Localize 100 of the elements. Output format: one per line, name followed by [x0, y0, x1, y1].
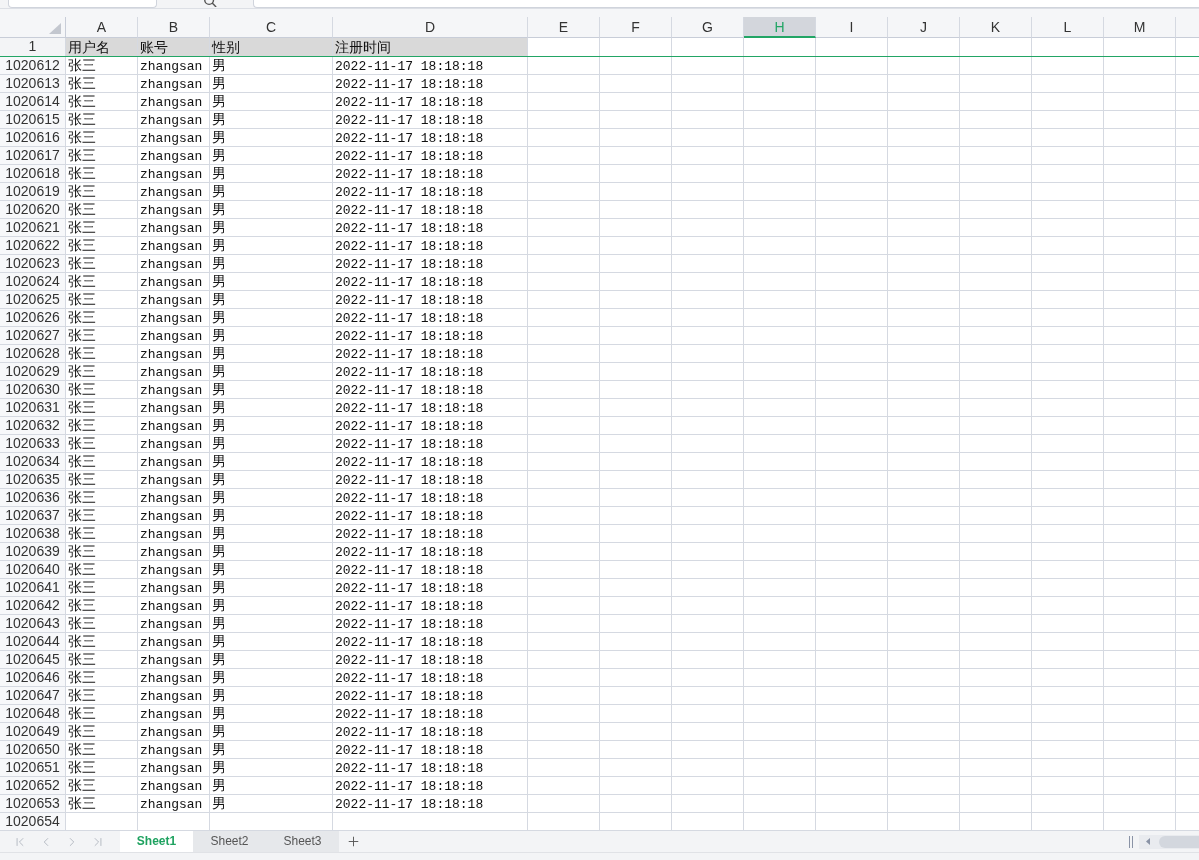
row-header[interactable]: 1020642 — [0, 597, 66, 615]
table-cell[interactable]: zhangsan — [138, 471, 210, 489]
table-cell[interactable]: 2022-11-17 18:18:18 — [333, 597, 528, 615]
row-header[interactable]: 1020645 — [0, 651, 66, 669]
row-header[interactable]: 1020627 — [0, 327, 66, 345]
row-header[interactable]: 1020634 — [0, 453, 66, 471]
table-cell[interactable]: 张三 — [66, 75, 138, 93]
table-cell[interactable]: 男 — [210, 57, 333, 75]
table-cell[interactable]: 张三 — [66, 309, 138, 327]
row-header[interactable]: 1020631 — [0, 399, 66, 417]
row-header[interactable]: 1 — [0, 38, 66, 56]
table-cell[interactable]: 男 — [210, 111, 333, 129]
table-cell[interactable]: zhangsan — [138, 219, 210, 237]
table-cell[interactable]: 张三 — [66, 741, 138, 759]
row-header[interactable]: 1020635 — [0, 471, 66, 489]
row-header[interactable]: 1020637 — [0, 507, 66, 525]
table-cell[interactable]: 男 — [210, 651, 333, 669]
table-cell[interactable]: 2022-11-17 18:18:18 — [333, 327, 528, 345]
table-cell[interactable]: 男 — [210, 399, 333, 417]
table-cell[interactable]: 张三 — [66, 363, 138, 381]
table-cell[interactable]: 张三 — [66, 237, 138, 255]
table-cell[interactable]: 男 — [210, 633, 333, 651]
table-cell[interactable]: 张三 — [66, 399, 138, 417]
table-cell[interactable]: 2022-11-17 18:18:18 — [333, 93, 528, 111]
table-cell[interactable]: 张三 — [66, 543, 138, 561]
table-cell[interactable]: 2022-11-17 18:18:18 — [333, 381, 528, 399]
table-cell[interactable]: 张三 — [66, 669, 138, 687]
row-header[interactable]: 1020653 — [0, 795, 66, 813]
row-header[interactable]: 1020652 — [0, 777, 66, 795]
table-cell[interactable]: zhangsan — [138, 273, 210, 291]
table-cell[interactable]: 张三 — [66, 93, 138, 111]
table-cell[interactable]: zhangsan — [138, 57, 210, 75]
table-cell[interactable]: zhangsan — [138, 543, 210, 561]
table-cell[interactable]: zhangsan — [138, 795, 210, 813]
row-header[interactable]: 1020632 — [0, 417, 66, 435]
table-cell[interactable]: 2022-11-17 18:18:18 — [333, 417, 528, 435]
table-cell[interactable]: zhangsan — [138, 453, 210, 471]
row-header[interactable]: 1020614 — [0, 93, 66, 111]
table-cell[interactable]: 2022-11-17 18:18:18 — [333, 795, 528, 813]
table-cell[interactable]: zhangsan — [138, 615, 210, 633]
formula-input-field[interactable] — [253, 0, 1199, 8]
header-cell[interactable]: 账号 — [138, 38, 210, 56]
horizontal-scrollbar[interactable] — [1139, 834, 1199, 849]
table-cell[interactable]: 2022-11-17 18:18:18 — [333, 723, 528, 741]
table-cell[interactable]: 2022-11-17 18:18:18 — [333, 147, 528, 165]
table-cell[interactable]: 男 — [210, 273, 333, 291]
table-cell[interactable]: zhangsan — [138, 741, 210, 759]
row-header[interactable]: 1020623 — [0, 255, 66, 273]
table-cell[interactable]: zhangsan — [138, 381, 210, 399]
table-cell[interactable]: 男 — [210, 327, 333, 345]
table-cell[interactable]: 2022-11-17 18:18:18 — [333, 309, 528, 327]
table-cell[interactable]: 张三 — [66, 147, 138, 165]
table-cell[interactable]: 张三 — [66, 129, 138, 147]
table-cell[interactable]: 男 — [210, 165, 333, 183]
table-cell[interactable]: 张三 — [66, 705, 138, 723]
table-cell[interactable]: zhangsan — [138, 435, 210, 453]
table-cell[interactable]: zhangsan — [138, 111, 210, 129]
header-cell[interactable]: 性别 — [210, 38, 333, 56]
table-cell[interactable]: 男 — [210, 201, 333, 219]
table-cell[interactable]: 男 — [210, 471, 333, 489]
row-header[interactable]: 1020629 — [0, 363, 66, 381]
table-cell[interactable]: 2022-11-17 18:18:18 — [333, 687, 528, 705]
table-cell[interactable]: 男 — [210, 219, 333, 237]
scrollbar-thumb[interactable] — [1159, 835, 1199, 848]
table-cell[interactable]: 男 — [210, 687, 333, 705]
table-cell[interactable]: 2022-11-17 18:18:18 — [333, 363, 528, 381]
table-cell[interactable]: 2022-11-17 18:18:18 — [333, 525, 528, 543]
table-cell[interactable]: 男 — [210, 183, 333, 201]
table-cell[interactable]: 2022-11-17 18:18:18 — [333, 237, 528, 255]
row-header[interactable]: 1020622 — [0, 237, 66, 255]
row-header[interactable]: 1020612 — [0, 57, 66, 75]
table-cell[interactable]: 2022-11-17 18:18:18 — [333, 165, 528, 183]
table-cell[interactable]: 男 — [210, 255, 333, 273]
table-cell[interactable]: 2022-11-17 18:18:18 — [333, 759, 528, 777]
table-cell[interactable]: 2022-11-17 18:18:18 — [333, 57, 528, 75]
table-cell[interactable]: 张三 — [66, 165, 138, 183]
table-cell[interactable]: 男 — [210, 507, 333, 525]
table-cell[interactable]: zhangsan — [138, 507, 210, 525]
table-cell[interactable]: 2022-11-17 18:18:18 — [333, 75, 528, 93]
table-cell[interactable]: 男 — [210, 777, 333, 795]
table-cell[interactable]: 2022-11-17 18:18:18 — [333, 669, 528, 687]
splitter-handle-icon[interactable] — [1129, 835, 1133, 848]
table-cell[interactable]: 男 — [210, 363, 333, 381]
table-cell[interactable]: 男 — [210, 723, 333, 741]
row-header[interactable]: 1020633 — [0, 435, 66, 453]
table-cell[interactable]: 2022-11-17 18:18:18 — [333, 741, 528, 759]
table-cell[interactable]: zhangsan — [138, 129, 210, 147]
row-header[interactable]: 1020644 — [0, 633, 66, 651]
table-cell[interactable]: 2022-11-17 18:18:18 — [333, 399, 528, 417]
table-cell[interactable]: zhangsan — [138, 309, 210, 327]
table-cell[interactable]: 2022-11-17 18:18:18 — [333, 489, 528, 507]
table-cell[interactable]: 张三 — [66, 651, 138, 669]
table-cell[interactable]: 男 — [210, 561, 333, 579]
table-cell[interactable]: 张三 — [66, 723, 138, 741]
table-cell[interactable]: 张三 — [66, 255, 138, 273]
table-cell[interactable]: 张三 — [66, 417, 138, 435]
header-cell[interactable]: 注册时间 — [333, 38, 528, 56]
table-cell[interactable]: 张三 — [66, 111, 138, 129]
table-cell[interactable]: 张三 — [66, 777, 138, 795]
table-cell[interactable]: zhangsan — [138, 579, 210, 597]
